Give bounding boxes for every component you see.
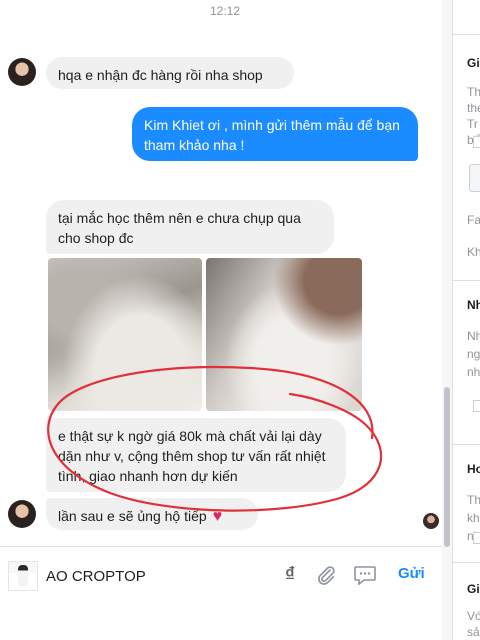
- heart-emoji-icon: ♥: [212, 508, 223, 525]
- panel-heading: Gi: [467, 582, 480, 596]
- divider: [453, 444, 480, 445]
- seen-avatar: [423, 513, 439, 529]
- paperclip-icon[interactable]: [314, 563, 338, 587]
- product-thumbnail[interactable]: [8, 561, 38, 591]
- customer-info-panel: Gi Th the Tr bổ Fa Kh Nh Nh ng nh Ho Th …: [452, 0, 480, 640]
- sticker-icon[interactable]: [353, 563, 377, 587]
- product-photo[interactable]: [206, 258, 362, 411]
- customer-avatar[interactable]: [8, 58, 36, 86]
- panel-text: nh: [467, 365, 480, 379]
- message-timestamp: 12:12: [209, 4, 241, 18]
- message-text: lần sau e sẽ ủng hộ tiếp: [58, 508, 207, 524]
- product-photo[interactable]: [48, 258, 202, 411]
- panel-text: the: [467, 101, 480, 115]
- panel-button[interactable]: [469, 164, 480, 192]
- panel-text: Nh: [467, 329, 480, 343]
- panel-checkbox[interactable]: [473, 532, 480, 544]
- message-bubble: tại mắc học thêm nên e chưa chụp qua cho…: [46, 200, 334, 254]
- divider: [453, 34, 480, 35]
- message-composer: ₫ Gửi: [0, 546, 442, 605]
- panel-text: Tr: [467, 117, 478, 131]
- message-input[interactable]: [46, 565, 266, 587]
- divider: [453, 280, 480, 281]
- panel-checkbox[interactable]: [473, 400, 480, 412]
- message-bubble: e thật sự k ngờ giá 80k mà chất vải lại …: [46, 418, 346, 492]
- panel-heading: Gi: [467, 56, 480, 70]
- panel-heading: Ho: [467, 462, 480, 476]
- message-bubble: lần sau e sẽ ủng hộ tiếp ♥: [46, 498, 258, 530]
- panel-text: Th: [467, 85, 480, 99]
- panel-text: sả: [467, 625, 480, 639]
- currency-icon[interactable]: ₫: [278, 563, 302, 587]
- panel-checkbox[interactable]: [473, 136, 480, 148]
- scrollbar-thumb[interactable]: [444, 387, 450, 547]
- message-bubble: hqa e nhận đc hàng rồi nha shop: [46, 57, 294, 89]
- divider: [453, 562, 480, 563]
- panel-text: Th: [467, 493, 480, 507]
- panel-text: ng: [467, 347, 480, 361]
- message-bubble: Kim Khiet ơi , mình gửi thêm mẫu để bạn …: [132, 107, 418, 161]
- panel-text: kh: [467, 511, 480, 525]
- chat-window: 12:12 hqa e nhận đc hàng rồi nha shop Ki…: [0, 0, 442, 640]
- customer-avatar[interactable]: [8, 500, 36, 528]
- panel-text: Kh: [467, 245, 480, 259]
- panel-text: Vớ: [467, 609, 480, 623]
- panel-heading: Nh: [467, 298, 480, 312]
- send-button[interactable]: Gửi: [398, 565, 425, 582]
- panel-text: Fa: [467, 213, 480, 227]
